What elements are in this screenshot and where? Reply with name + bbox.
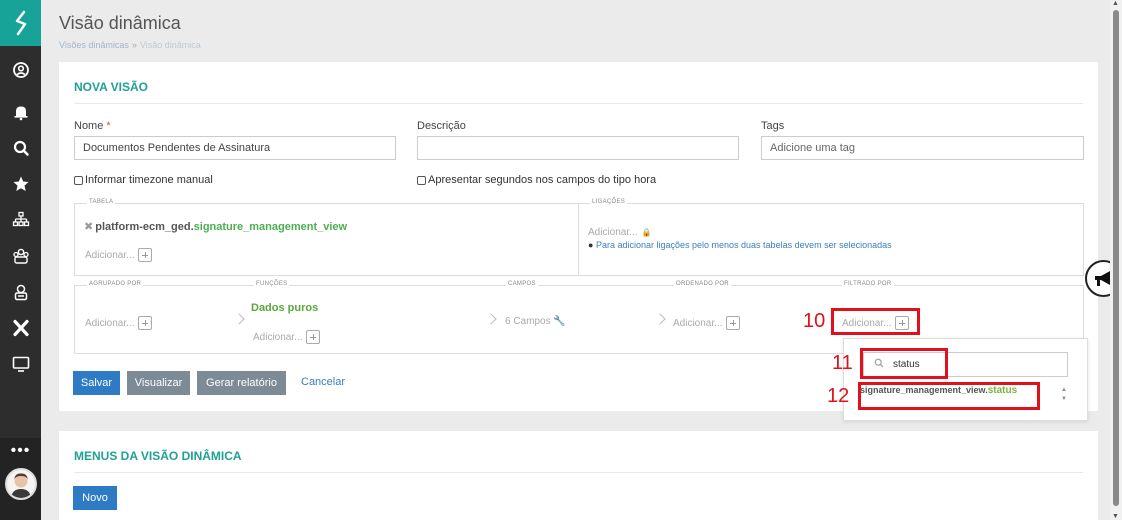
links-legend: LIGAÇÕES xyxy=(590,199,628,205)
grouped-legend: AGRUPADO POR xyxy=(87,281,144,287)
links-info-text: Para adicionar ligações pelo menos duas … xyxy=(595,240,892,250)
result-scroll-arrows[interactable]: ▲ ▼ xyxy=(1061,386,1067,404)
avatar[interactable] xyxy=(4,468,37,500)
tags-label: Tags xyxy=(761,120,785,132)
lock-user-icon[interactable] xyxy=(0,274,41,310)
fields-value[interactable]: 6 Campos 🔧 xyxy=(505,316,566,327)
plus-icon xyxy=(138,248,153,262)
annotation-label-12: 12 xyxy=(827,385,850,407)
more-icon[interactable]: ••• xyxy=(11,438,31,468)
new-menu-button[interactable]: Novo xyxy=(73,486,117,510)
add-group-label: Adicionar... xyxy=(85,317,135,329)
selected-table: ✖ platform-ecm_ged.signature_management_v… xyxy=(84,220,347,233)
table-view-name: signature_management_view xyxy=(193,221,348,233)
name-label: Nome * xyxy=(74,120,111,132)
annotation-box-11 xyxy=(860,348,948,379)
app-logo[interactable] xyxy=(0,0,41,46)
filtered-legend: FILTRADO POR xyxy=(842,281,894,287)
required-marker: * xyxy=(106,120,111,132)
seconds-checkbox[interactable]: Apresentar segundos nos campos do tipo h… xyxy=(417,174,656,186)
add-function-button[interactable]: Adicionar... xyxy=(253,330,321,344)
users-group-icon[interactable] xyxy=(0,238,41,274)
fields-count: 6 Campos xyxy=(505,316,551,327)
user-circle-icon[interactable] xyxy=(0,52,41,88)
description-label: Descrição xyxy=(417,120,466,132)
star-icon[interactable] xyxy=(0,166,41,202)
breadcrumb-root-link[interactable]: Visões dinâmicas xyxy=(59,40,129,50)
plus-icon xyxy=(138,316,153,330)
checkbox-box[interactable] xyxy=(74,175,83,185)
info-icon: ● xyxy=(588,240,594,250)
table-legend: TABELA xyxy=(87,199,116,205)
plus-icon xyxy=(306,330,321,344)
add-group-button[interactable]: Adicionar... xyxy=(85,316,153,330)
menus-divider xyxy=(74,472,1083,473)
lock-icon: 🔒 xyxy=(641,228,652,237)
sidebar: ••• xyxy=(0,0,41,520)
scroll-up-icon[interactable]: ▲ xyxy=(1112,0,1119,7)
description-input[interactable] xyxy=(417,136,739,160)
save-button[interactable]: Salvar xyxy=(73,371,120,395)
section-divider xyxy=(74,103,1083,104)
add-table-label: Adicionar... xyxy=(85,249,135,261)
add-link-button: Adicionar... 🔒 xyxy=(588,227,651,238)
annotation-box-10 xyxy=(831,308,920,335)
bell-icon[interactable] xyxy=(0,94,41,130)
wrench-icon: 🔧 xyxy=(553,316,566,327)
breadcrumb: Visões dinâmicas» Visão dinâmica xyxy=(59,40,201,50)
plus-icon xyxy=(726,316,741,330)
seconds-checkbox-label: Apresentar segundos nos campos do tipo h… xyxy=(428,174,657,186)
tags-input[interactable]: Adicione uma tag xyxy=(761,136,1084,160)
annotation-box-12 xyxy=(858,382,1040,410)
annotation-label-11: 11 xyxy=(832,352,853,374)
name-input[interactable]: Documentos Pendentes de Assinatura xyxy=(74,136,396,160)
remove-table-icon[interactable]: ✖ xyxy=(84,221,93,233)
functions-legend: FUNÇÕES xyxy=(254,281,290,287)
add-order-button[interactable]: Adicionar... xyxy=(673,316,741,330)
fieldset-divider xyxy=(578,204,579,275)
timezone-checkbox-label: Informar timezone manual xyxy=(85,174,213,186)
page-scrollbar[interactable]: ▲ ▼ xyxy=(1110,0,1122,520)
scroll-down-icon[interactable]: ▼ xyxy=(1112,513,1119,520)
table-schema: platform-ecm_ged. xyxy=(95,221,194,233)
add-order-label: Adicionar... xyxy=(673,317,723,329)
annotation-label-10: 10 xyxy=(803,310,826,332)
name-label-text: Nome xyxy=(74,120,104,132)
add-table-button[interactable]: Adicionar... xyxy=(85,248,153,262)
table-links-fieldset xyxy=(74,203,1084,276)
monitor-icon[interactable] xyxy=(0,346,41,382)
menus-title: MENUS DA VISÃO DINÂMICA xyxy=(74,449,242,463)
checkbox-box[interactable] xyxy=(417,175,426,185)
cancel-link[interactable]: Cancelar xyxy=(301,376,345,388)
breadcrumb-current: Visão dinâmica xyxy=(139,40,201,50)
page-title: Visão dinâmica xyxy=(59,13,181,33)
menus-card: MENUS DA VISÃO DINÂMICA Novo xyxy=(59,431,1098,520)
breadcrumb-separator: » xyxy=(131,40,137,50)
links-info: ● Para adicionar ligações pelo menos dua… xyxy=(588,240,892,250)
sitemap-icon[interactable] xyxy=(0,202,41,238)
scroll-thumb[interactable] xyxy=(1113,10,1119,506)
fields-legend: CAMPOS xyxy=(506,281,538,287)
search-icon[interactable] xyxy=(0,130,41,166)
x-icon[interactable] xyxy=(0,310,41,346)
functions-value[interactable]: Dados puros xyxy=(251,302,318,314)
timezone-checkbox[interactable]: Informar timezone manual xyxy=(74,174,213,186)
preview-button[interactable]: Visualizar xyxy=(127,371,190,395)
logo-icon xyxy=(15,10,26,36)
add-function-label: Adicionar... xyxy=(253,331,303,343)
add-link-label: Adicionar... xyxy=(588,227,638,238)
report-button[interactable]: Gerar relatório xyxy=(197,371,286,395)
ordered-legend: ORDENADO POR xyxy=(674,281,731,287)
section-title: NOVA VISÃO xyxy=(74,80,149,94)
